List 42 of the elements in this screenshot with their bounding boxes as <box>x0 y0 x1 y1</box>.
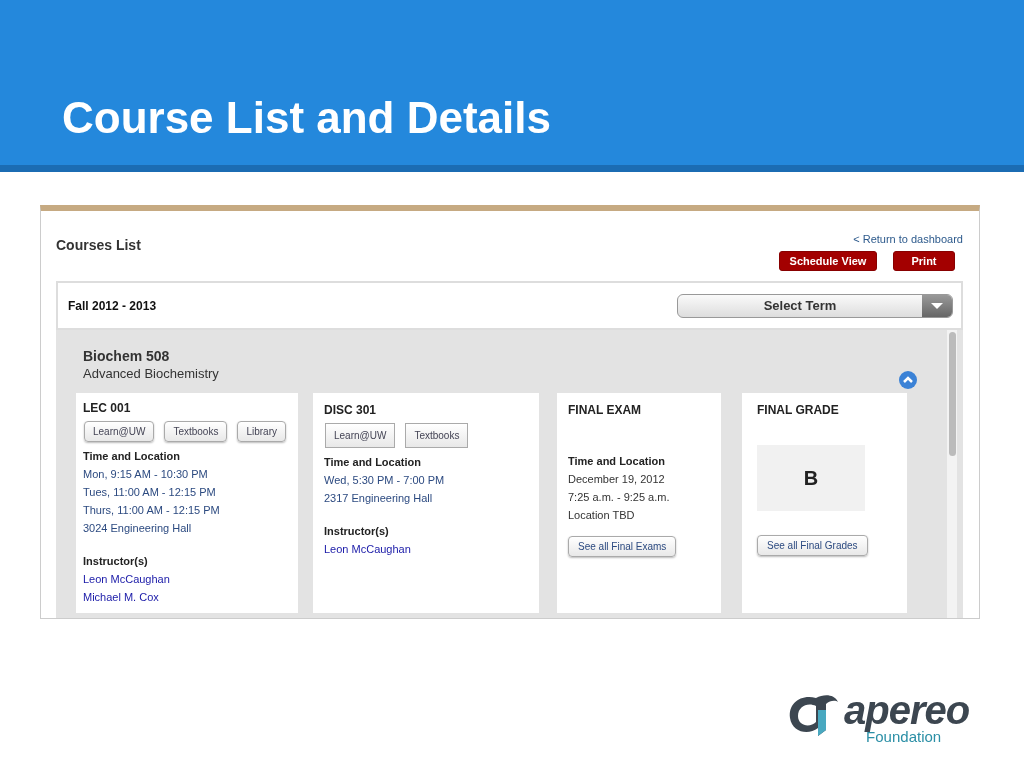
see-all-button[interactable]: See all Final Exams <box>568 536 677 557</box>
instructor-link[interactable]: Leon McCaughan <box>83 570 291 588</box>
term-label: Fall 2012 - 2013 <box>68 298 157 313</box>
section-code: LEC 001 <box>83 401 132 415</box>
time-location-text: 3024 Engineering Hall <box>83 521 193 536</box>
link-button[interactable]: Textbooks <box>164 421 228 442</box>
time-location-text: 2317 Engineering Hall <box>324 491 434 506</box>
action-button[interactable]: Print <box>893 251 955 271</box>
link-button[interactable]: Learn@UW <box>325 423 396 448</box>
card-title: FINAL EXAM <box>568 403 643 417</box>
exam-detail-text: Location TBD <box>568 508 636 523</box>
time-location-heading: Time and Location <box>83 450 181 462</box>
section-code: DISC 301 <box>324 403 378 417</box>
link-button[interactable]: Learn@UW <box>84 421 155 442</box>
time-location-text: Thurs, 11:00 AM - 12:15 PM <box>83 503 221 518</box>
instructor-link[interactable]: Leon McCaughan <box>324 540 532 558</box>
link-button[interactable]: Textbooks <box>405 423 469 448</box>
time-location-text: Mon, 9:15 AM - 10:30 PM <box>83 467 209 482</box>
instructor-link[interactable]: Michael M. Cox <box>83 588 291 606</box>
collapse-icon[interactable] <box>899 371 917 389</box>
slide-title: Course List and Details <box>62 93 551 143</box>
grade-value: B <box>757 445 865 511</box>
instructors-heading: Instructor(s) <box>324 525 390 537</box>
time-location-heading: Time and Location <box>324 456 422 468</box>
time-location-text: Tues, 11:00 AM - 12:15 PM <box>83 485 217 500</box>
return-link[interactable]: < Return to dashboard <box>853 233 963 245</box>
caret-icon <box>930 301 944 310</box>
exam-detail-text: 7:25 a.m. - 9:25 a.m. <box>568 490 671 505</box>
time-location-heading: Time and Location <box>568 455 666 467</box>
page-title: Courses List <box>56 237 141 255</box>
see-all-button[interactable]: See all Final Grades <box>757 535 868 556</box>
course-code: Biochem 508 <box>83 348 171 364</box>
course-name: Advanced Biochemistry <box>83 366 219 381</box>
instructors-heading: Instructor(s) <box>83 555 149 567</box>
exam-detail-text: December 19, 2012 <box>568 472 666 487</box>
time-location-text: Wed, 5:30 PM - 7:00 PM <box>324 473 446 488</box>
logo-wordmark: apereo <box>844 690 970 730</box>
term-select[interactable]: Select Term <box>677 293 953 318</box>
action-button[interactable]: Schedule View <box>779 251 877 271</box>
scrollbar[interactable] <box>947 330 957 618</box>
link-button[interactable]: Library <box>237 421 286 442</box>
card-title: FINAL GRADE <box>757 403 840 417</box>
